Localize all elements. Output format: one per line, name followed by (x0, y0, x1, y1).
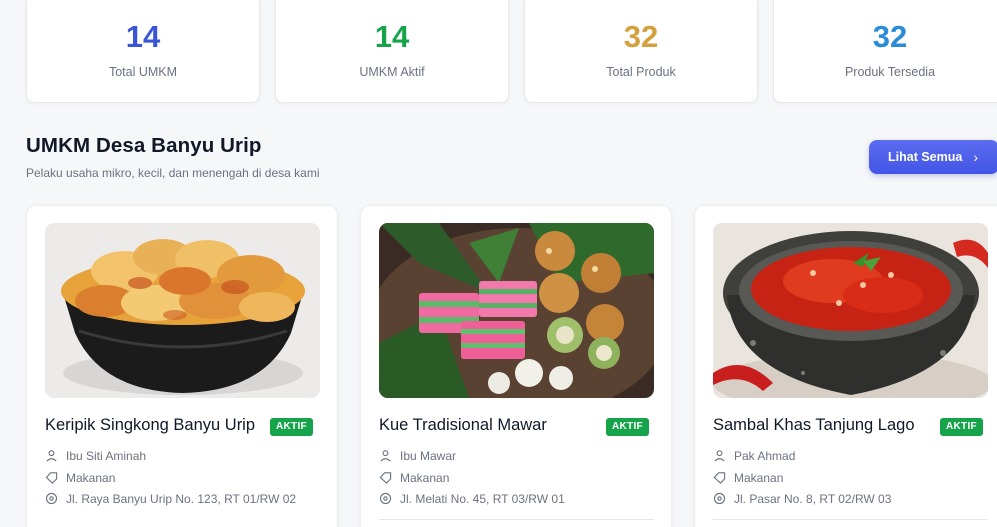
stat-value: 14 (125, 19, 161, 54)
card-divider (379, 519, 654, 520)
cassava-chips-photo (45, 223, 320, 398)
stat-card-total-umkm: 14 Total UMKM (26, 0, 260, 103)
see-all-label: Lihat Semua (888, 150, 963, 164)
stat-card-total-produk: 32 Total Produk (524, 0, 758, 103)
stat-value: 14 (374, 19, 410, 54)
location-pin-icon (713, 492, 726, 505)
umkm-card[interactable]: Kue Tradisional Mawar AKTIF Ibu Mawar Ma… (360, 205, 672, 527)
see-all-button[interactable]: Lihat Semua › (869, 140, 997, 174)
location-pin-icon (45, 492, 58, 505)
status-badge: AKTIF (606, 418, 649, 436)
umkm-name: Sambal Khas Tanjung Lago (713, 416, 915, 434)
user-icon (380, 450, 391, 462)
owner-row: Ibu Siti Aminah (45, 448, 320, 464)
umkm-card[interactable]: Sambal Khas Tanjung Lago AKTIF Pak Ahmad… (694, 205, 997, 527)
traditional-cakes-photo (379, 223, 654, 398)
location-pin-icon (379, 492, 392, 505)
stat-label: Total Produk (606, 65, 676, 79)
stat-card-umkm-aktif: 14 UMKM Aktif (275, 0, 509, 103)
chevron-right-icon: › (973, 149, 978, 165)
address-row: Jl. Pasar No. 8, RT 02/RW 03 (713, 491, 988, 507)
owner-name: Pak Ahmad (734, 449, 796, 463)
tag-icon (379, 472, 392, 484)
category-row: Makanan (45, 470, 320, 486)
section-subtitle: Pelaku usaha mikro, kecil, dan menengah … (26, 166, 320, 180)
address-label: Jl. Pasar No. 8, RT 02/RW 03 (734, 492, 892, 506)
owner-name: Ibu Siti Aminah (66, 449, 147, 463)
section-title: UMKM Desa Banyu Urip (26, 134, 262, 157)
category-label: Makanan (400, 471, 450, 485)
category-row: Makanan (379, 470, 654, 486)
category-label: Makanan (66, 471, 116, 485)
address-row: Jl. Raya Banyu Urip No. 123, RT 01/RW 02 (45, 491, 320, 507)
owner-row: Ibu Mawar (379, 448, 654, 464)
status-badge: AKTIF (270, 418, 313, 436)
stat-label: Total UMKM (108, 65, 178, 79)
stat-card-produk-tersedia: 32 Produk Tersedia (773, 0, 997, 103)
address-label: Jl. Raya Banyu Urip No. 123, RT 01/RW 02 (66, 492, 297, 506)
stat-label: UMKM Aktif (359, 65, 425, 79)
sambal-photo (713, 223, 988, 398)
stats-row: 14 Total UMKM 14 UMKM Aktif 32 Total Pro… (26, 0, 997, 103)
umkm-name: Kue Tradisional Mawar (379, 416, 547, 434)
owner-row: Pak Ahmad (713, 448, 988, 464)
user-icon (46, 450, 57, 462)
category-row: Makanan (713, 470, 988, 486)
category-label: Makanan (734, 471, 784, 485)
tag-icon (45, 472, 58, 484)
stat-label: Produk Tersedia (844, 65, 936, 79)
card-divider (713, 519, 988, 520)
umkm-card[interactable]: Keripik Singkong Banyu Urip AKTIF Ibu Si… (26, 205, 338, 527)
address-label: Jl. Melati No. 45, RT 03/RW 01 (400, 492, 565, 506)
stat-value: 32 (623, 19, 659, 54)
status-badge: AKTIF (940, 418, 983, 436)
tag-icon (713, 472, 726, 484)
owner-name: Ibu Mawar (400, 449, 457, 463)
umkm-name: Keripik Singkong Banyu Urip (45, 416, 256, 434)
user-icon (714, 450, 725, 462)
stat-value: 32 (872, 19, 908, 54)
address-row: Jl. Melati No. 45, RT 03/RW 01 (379, 491, 654, 507)
